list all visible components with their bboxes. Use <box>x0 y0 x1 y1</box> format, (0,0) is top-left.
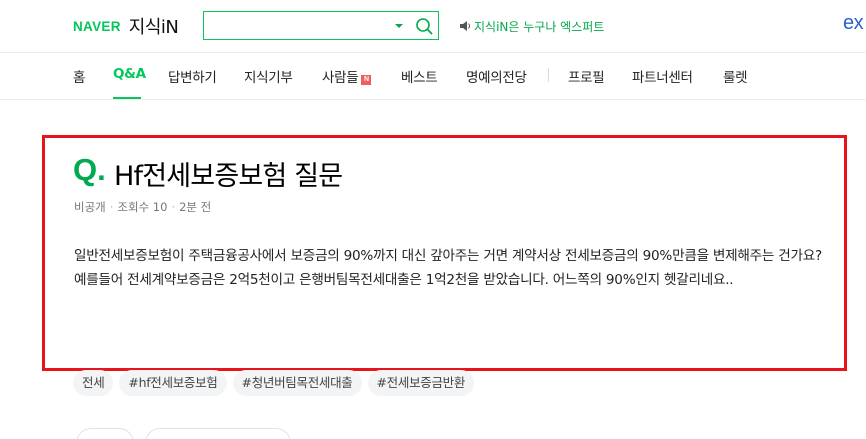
naver-jisikin-logo[interactable]: NAVER 지식iN <box>73 13 179 39</box>
nav-separator <box>548 68 549 82</box>
search-icon <box>416 18 433 35</box>
nav-divider <box>0 99 866 100</box>
question-tags: 전세 #hf전세보증보험 #청년버팀목전세대출 #전세보증금반환 <box>73 370 475 396</box>
nav-people[interactable]: 사람들 N <box>322 66 372 86</box>
jisikin-logo[interactable]: 지식iN <box>129 13 179 39</box>
top-header: NAVER 지식iN 지식iN은 누구나 엑스퍼트 ex <box>0 0 866 52</box>
search-button[interactable] <box>413 15 435 37</box>
question-meta: 비공개 · 조회수 10 · 2분 전 <box>74 200 212 214</box>
tag-item[interactable]: 전세 <box>73 370 114 396</box>
search-dropdown-toggle[interactable] <box>392 20 406 32</box>
nav-profile[interactable]: 프로필 <box>568 66 605 86</box>
search-input[interactable] <box>204 12 384 39</box>
question-time: 2분 전 <box>179 200 212 214</box>
expert-notice-link[interactable]: 지식iN은 누구나 엑스퍼트 <box>460 17 604 35</box>
nav-partner-center[interactable]: 파트너센터 <box>632 66 693 86</box>
main-nav: 홈 Q&A 답변하기 지식기부 사람들 N 베스트 명예의전당 프로필 파트너센터… <box>0 53 866 99</box>
nav-roulette[interactable]: 룰렛 <box>723 66 748 86</box>
question-mark-icon: Q. <box>73 152 106 187</box>
search-box <box>203 11 439 40</box>
nav-home[interactable]: 홈 <box>73 66 85 86</box>
tag-item[interactable]: #hf전세보증보험 <box>119 370 227 396</box>
question-paragraph: 예를들어 전세계약보증금은 2억5천이고 은행버팀목전세대출은 1억2천을 받았… <box>74 271 734 288</box>
action-pill-button[interactable] <box>145 428 291 439</box>
question-author: 비공개 <box>74 200 106 214</box>
expert-notice-text: 지식iN은 누구나 엑스퍼트 <box>474 19 605 34</box>
tag-item[interactable]: #전세보증금반환 <box>367 370 475 396</box>
action-pill-button[interactable] <box>76 428 134 439</box>
nav-best[interactable]: 베스트 <box>401 66 438 86</box>
nav-hall-of-fame[interactable]: 명예의전당 <box>466 66 527 86</box>
question-title: Hf전세보증보험 질문 <box>114 161 343 192</box>
nav-qna[interactable]: Q&A <box>113 66 146 82</box>
nav-donate[interactable]: 지식기부 <box>244 66 293 86</box>
caret-down-icon <box>395 24 403 28</box>
new-badge: N <box>361 75 372 85</box>
tag-item[interactable]: #청년버팀목전세대출 <box>232 370 362 396</box>
question-body: 일반전세보증보험이 주택금융공사에서 보증금의 90%까지 대신 갚아주는 거면… <box>74 245 834 292</box>
speaker-icon <box>460 21 471 31</box>
question-views: 조회수 10 <box>117 200 168 214</box>
naver-logo[interactable]: NAVER <box>73 19 121 34</box>
nav-people-label: 사람들 <box>322 70 359 86</box>
nav-answer[interactable]: 답변하기 <box>168 66 217 86</box>
question-paragraph: 일반전세보증보험이 주택금융공사에서 보증금의 90%까지 대신 갚아주는 거면… <box>74 248 822 264</box>
expert-logo[interactable]: ex <box>843 12 864 35</box>
